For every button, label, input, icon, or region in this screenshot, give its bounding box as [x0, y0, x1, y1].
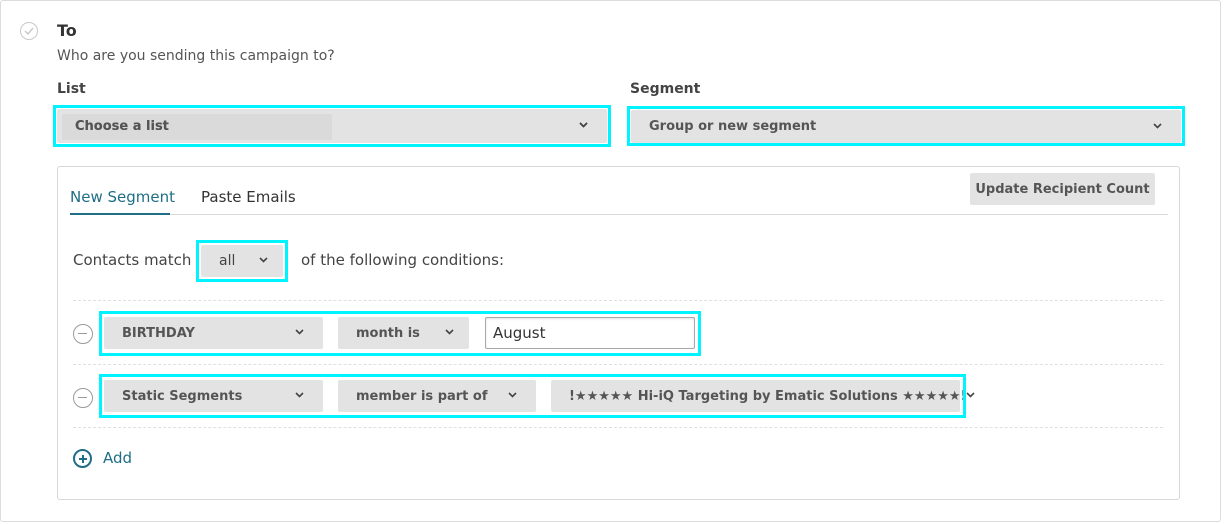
section-title: To: [57, 21, 77, 40]
check-circle-icon: [20, 22, 38, 40]
match-suffix: of the following conditions:: [301, 251, 505, 269]
active-tab-indicator: [70, 213, 170, 215]
remove-condition-icon[interactable]: [73, 388, 93, 408]
section-subtitle: Who are you sending this campaign to?: [57, 48, 335, 64]
tabs-divider: [70, 214, 1168, 215]
condition-divider: [73, 364, 1163, 365]
condition-row-highlight: [99, 374, 966, 418]
match-select-highlight: [196, 240, 288, 282]
add-circle-icon[interactable]: [73, 449, 92, 468]
tab-new-segment[interactable]: New Segment: [70, 188, 175, 206]
list-label: List: [57, 81, 86, 97]
segment-select-highlight: [627, 106, 1185, 146]
condition-divider: [73, 300, 1163, 301]
match-prefix: Contacts match: [73, 251, 192, 269]
list-select-value: Choose a list: [75, 118, 169, 134]
chevron-down-icon: [966, 392, 976, 400]
tab-paste-emails[interactable]: Paste Emails: [201, 188, 296, 206]
condition-divider: [73, 427, 1163, 428]
update-recipient-count-button[interactable]: Update Recipient Count: [970, 173, 1155, 205]
add-condition-button[interactable]: Add: [103, 449, 132, 467]
segment-label: Segment: [630, 81, 701, 97]
condition-row-highlight: [99, 311, 701, 356]
remove-condition-icon[interactable]: [73, 324, 93, 344]
